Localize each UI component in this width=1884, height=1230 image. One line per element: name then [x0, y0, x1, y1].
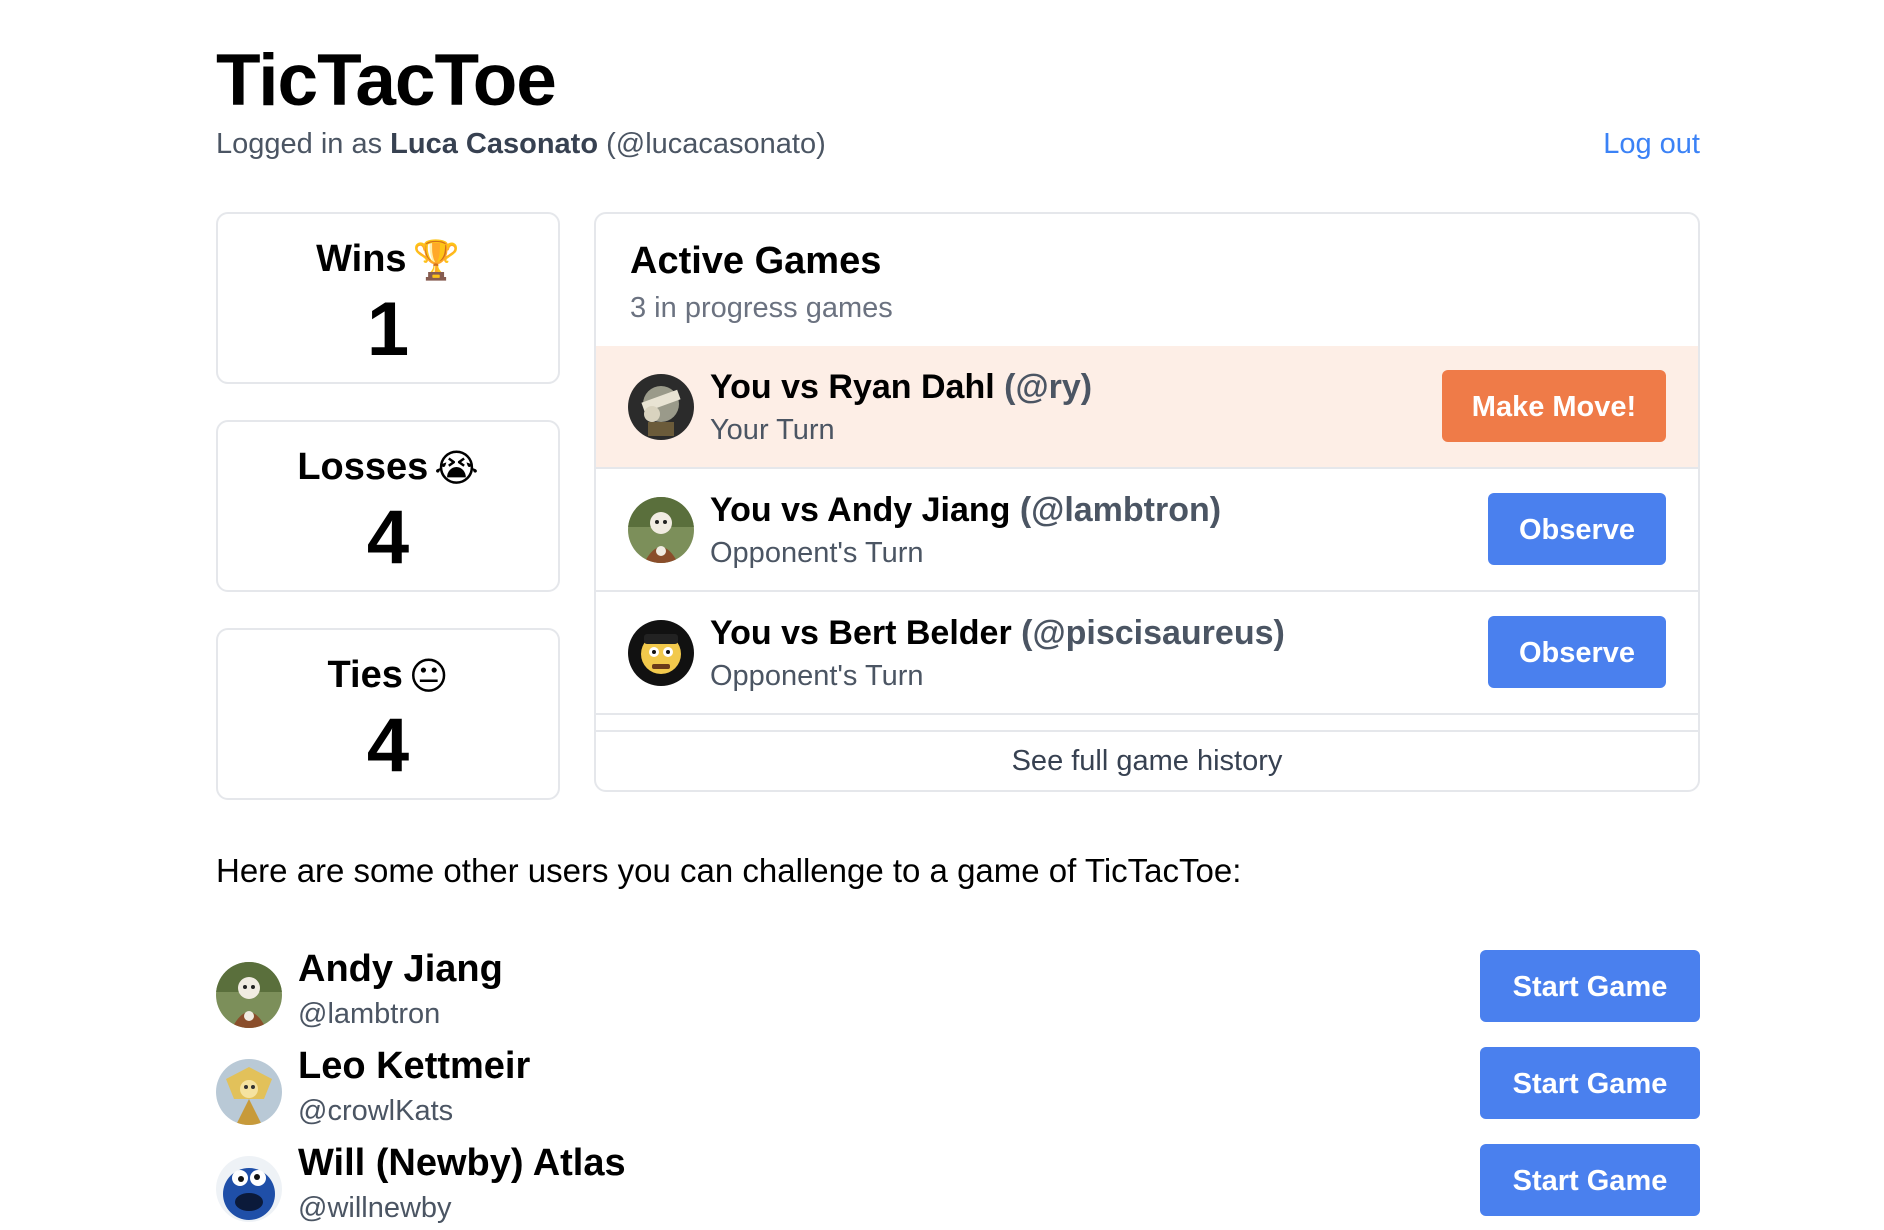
- ties-label-row: Ties 😐: [218, 654, 558, 699]
- wins-label-row: Wins 🏆: [218, 238, 558, 283]
- losses-label: Losses: [297, 446, 429, 488]
- wins-value: 1: [366, 287, 410, 372]
- game-row: You vs Bert Belder (@piscisaureus) Oppon…: [596, 592, 1698, 715]
- user-name: Will (Newby) Atlas: [298, 1142, 626, 1184]
- avatar-andy-jiang: [628, 497, 694, 563]
- game-opponent: You vs Bert Belder (@piscisaureus): [710, 614, 1285, 653]
- start-game-button[interactable]: Start Game: [1480, 1047, 1700, 1119]
- game-opponent-handle: (@piscisaureus): [1021, 614, 1285, 652]
- game-history-link[interactable]: See full game history: [596, 730, 1698, 790]
- app-title: TicTacToe: [216, 40, 557, 121]
- ties-card: Ties 😐 4: [216, 628, 560, 800]
- user-list-item: Will (Newby) Atlas @willnewby Start Game: [216, 1142, 1700, 1230]
- avatar-ryan-dahl: [628, 374, 694, 440]
- trophy-icon: 🏆: [412, 239, 460, 282]
- observe-button[interactable]: Observe: [1488, 616, 1666, 688]
- active-games-count: 3 in progress games: [630, 292, 893, 324]
- losses-card: Losses 😭 4: [216, 420, 560, 592]
- wins-label: Wins: [316, 238, 407, 280]
- avatar-will-atlas: [216, 1156, 282, 1222]
- game-status: Opponent's Turn: [710, 537, 924, 569]
- user-handle: @willnewby: [298, 1192, 452, 1224]
- game-status: Opponent's Turn: [710, 660, 924, 692]
- start-game-button[interactable]: Start Game: [1480, 950, 1700, 1022]
- game-opponent: You vs Andy Jiang (@lambtron): [710, 491, 1221, 530]
- challenge-intro: Here are some other users you can challe…: [216, 852, 1242, 889]
- avatar-andy-jiang: [216, 962, 282, 1028]
- active-games-header: Active Games 3 in progress games: [596, 214, 1698, 348]
- crying-face-icon: 😭: [434, 448, 479, 491]
- neutral-face-icon: 😐: [408, 656, 449, 699]
- game-vs-label: You vs Bert Belder: [710, 614, 1012, 652]
- wins-card: Wins 🏆 1: [216, 212, 560, 384]
- game-status: Your Turn: [710, 414, 835, 446]
- user-list-item: Leo Kettmeir @crowlKats Start Game: [216, 1045, 1700, 1133]
- game-opponent-handle: (@ry): [1004, 368, 1093, 406]
- active-games-panel: Active Games 3 in progress games You vs …: [594, 212, 1700, 792]
- user-handle: @lambtron: [298, 998, 441, 1030]
- active-games-title: Active Games: [630, 240, 882, 282]
- start-game-button[interactable]: Start Game: [1480, 1144, 1700, 1216]
- game-row: You vs Andy Jiang (@lambtron) Opponent's…: [596, 469, 1698, 592]
- login-status: Logged in as Luca Casonato (@lucacasonat…: [216, 128, 826, 161]
- user-handle: @crowlKats: [298, 1095, 454, 1127]
- avatar-leo-kettmeir: [216, 1059, 282, 1125]
- avatar-bert-belder: [628, 620, 694, 686]
- page: TicTacToe Logged in as Luca Casonato (@l…: [0, 0, 1884, 1230]
- make-move-button[interactable]: Make Move!: [1442, 370, 1666, 442]
- ties-label: Ties: [327, 654, 403, 696]
- game-opponent: You vs Ryan Dahl (@ry): [710, 368, 1092, 407]
- user-list-item: Andy Jiang @lambtron Start Game: [216, 948, 1700, 1036]
- user-name: Luca Casonato: [390, 128, 599, 160]
- losses-label-row: Losses 😭: [218, 446, 558, 491]
- logout-link[interactable]: Log out: [1603, 128, 1700, 161]
- game-opponent-handle: (@lambtron): [1019, 491, 1222, 529]
- user-name: Andy Jiang: [298, 948, 503, 990]
- user-handle: (@lucacasonato): [606, 128, 826, 160]
- game-vs-label: You vs Andy Jiang: [710, 491, 1011, 529]
- game-vs-label: You vs Ryan Dahl: [710, 368, 995, 406]
- losses-value: 4: [366, 495, 410, 580]
- user-name: Leo Kettmeir: [298, 1045, 531, 1087]
- game-row: You vs Ryan Dahl (@ry) Your Turn Make Mo…: [596, 346, 1698, 469]
- observe-button[interactable]: Observe: [1488, 493, 1666, 565]
- ties-value: 4: [366, 703, 410, 788]
- login-prefix: Logged in as: [216, 128, 383, 160]
